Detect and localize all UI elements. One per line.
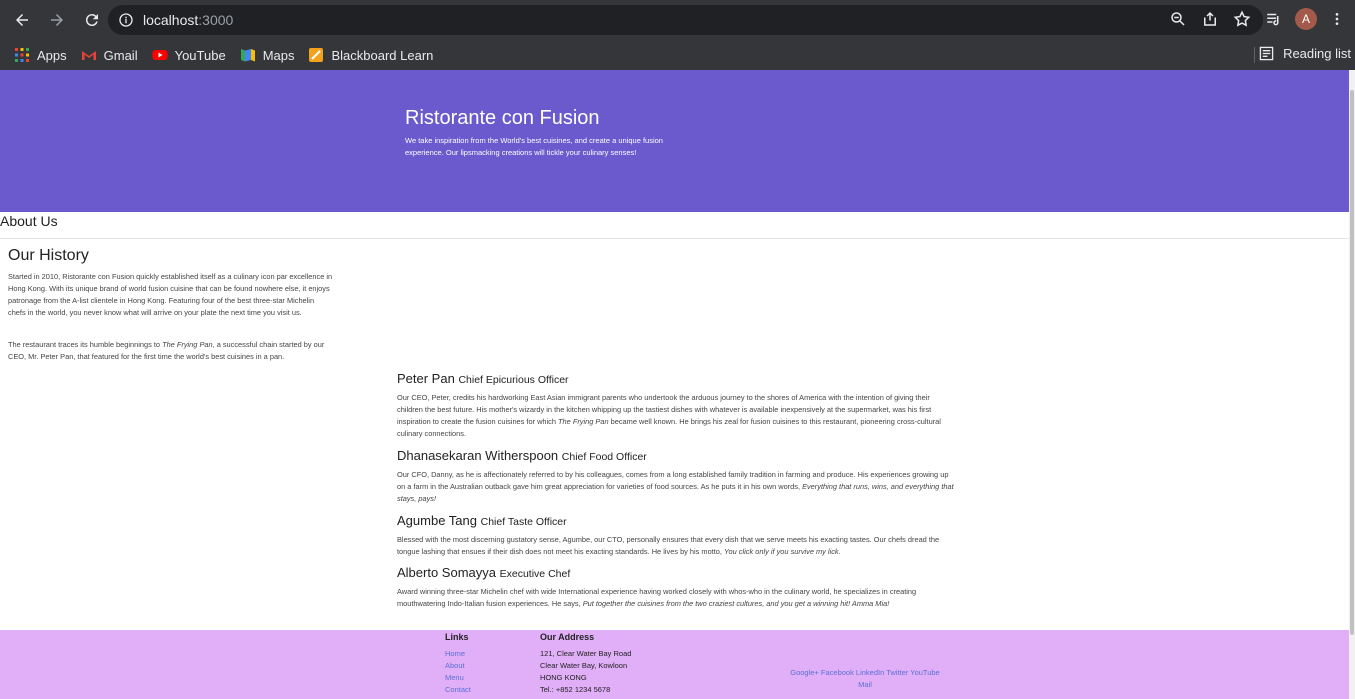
scrollbar-thumb[interactable] [1350, 90, 1354, 635]
bookmarks-bar: Apps Gmail YouTube Maps Blackboard Learn… [0, 40, 1355, 70]
restaurant-title: Ristorante con Fusion [405, 107, 600, 129]
restaurant-tagline: We take inspiration from the World's bes… [405, 136, 663, 157]
leader-item: Agumbe Tang Chief Taste Officer Blessed … [397, 513, 957, 558]
forward-button[interactable] [41, 4, 73, 36]
jumbotron: Ristorante con Fusion We take inspiratio… [0, 70, 1349, 212]
reload-button[interactable] [76, 4, 108, 36]
footer: Links Home About Menu Contact Our Addres… [0, 630, 1349, 699]
apps-grid-icon [15, 48, 29, 62]
footer-link-menu[interactable]: Menu [445, 672, 471, 684]
history-paragraph-2: The restaurant traces its humble beginni… [8, 340, 325, 361]
gmail-icon [81, 51, 96, 60]
leader-description: Our CFO, Danny, as he is affectionately … [397, 470, 954, 503]
mail-link[interactable]: Mail [780, 679, 950, 691]
reading-list-button[interactable]: Reading list [1259, 46, 1351, 61]
reload-icon [85, 14, 98, 27]
footer-link-about[interactable]: About [445, 660, 471, 672]
page-scrollbar[interactable] [1349, 70, 1355, 699]
footer-links: Links Home About Menu Contact [445, 632, 471, 696]
leader-item: Dhanasekaran Witherspoon Chief Food Offi… [397, 448, 957, 505]
footer-link-contact[interactable]: Contact [445, 684, 471, 696]
page-heading-about: About Us [0, 213, 58, 229]
address-line: HONG KONG [540, 673, 587, 682]
footer-address: Our Address 121, Clear Water Bay Road Cl… [540, 632, 631, 696]
url-text[interactable]: localhost:3000 [143, 12, 233, 28]
address-phone: Tel.: +852 1234 5678 [540, 685, 611, 694]
page-viewport: Ristorante con Fusion We take inspiratio… [0, 70, 1349, 699]
leader-item: Peter Pan Chief Epicurious Officer Our C… [397, 371, 957, 440]
address-bar[interactable]: localhost:3000 [108, 5, 1263, 35]
footer-address-title: Our Address [540, 632, 595, 642]
zoom-icon[interactable] [1169, 10, 1187, 28]
bookmark-blackboard[interactable]: Blackboard Learn [308, 47, 433, 63]
bookmark-youtube[interactable]: YouTube [152, 47, 226, 63]
heading-divider [0, 238, 1349, 239]
menu-kebab-icon[interactable] [1329, 10, 1345, 28]
forward-arrow-icon [51, 14, 63, 26]
reading-list-icon [1259, 46, 1274, 61]
address-line: Clear Water Bay, Kowloon [540, 661, 628, 670]
share-icon[interactable] [1201, 10, 1219, 28]
back-arrow-icon [16, 14, 28, 26]
toolbar-right: A [1265, 8, 1345, 30]
bookmark-apps[interactable]: Apps [14, 47, 67, 63]
leader-description: Blessed with the most discerning gustato… [397, 535, 940, 556]
leader-description: Our CEO, Peter, credits his hardworking … [397, 393, 941, 438]
bookmark-maps[interactable]: Maps [240, 47, 294, 63]
leader-heading: Peter Pan Chief Epicurious Officer [397, 371, 569, 386]
media-control-icon[interactable] [1265, 10, 1283, 28]
footer-link-home[interactable]: Home [445, 648, 471, 660]
bookmarks-separator [1254, 47, 1255, 63]
back-button[interactable] [6, 4, 38, 36]
leader-heading: Alberto Somayya Executive Chef [397, 565, 571, 580]
footer-links-title: Links [445, 632, 469, 642]
leader-item: Alberto Somayya Executive Chef Award win… [397, 565, 957, 610]
omnibox-actions [1169, 10, 1251, 28]
leader-heading: Dhanasekaran Witherspoon Chief Food Offi… [397, 448, 647, 463]
social-links-line[interactable]: Google+ Facebook LinkedIn Twitter YouTub… [780, 667, 950, 679]
browser-toolbar: localhost:3000 A [0, 0, 1355, 40]
leader-heading: Agumbe Tang Chief Taste Officer [397, 513, 567, 528]
footer-social-links: Google+ Facebook LinkedIn Twitter YouTub… [780, 667, 950, 691]
bookmark-star-icon[interactable] [1233, 10, 1251, 28]
profile-avatar[interactable]: A [1295, 8, 1317, 30]
youtube-icon [152, 50, 168, 60]
info-icon[interactable] [118, 12, 134, 28]
bookmark-gmail[interactable]: Gmail [81, 47, 138, 63]
address-line: 121, Clear Water Bay Road [540, 649, 632, 658]
history-title: Our History [8, 247, 89, 264]
leader-description: Award winning three-star Michelin chef w… [397, 587, 917, 608]
history-paragraph-1: Started in 2010, Ristorante con Fusion q… [8, 272, 333, 317]
maps-icon [240, 49, 255, 62]
blackboard-icon [309, 48, 324, 62]
